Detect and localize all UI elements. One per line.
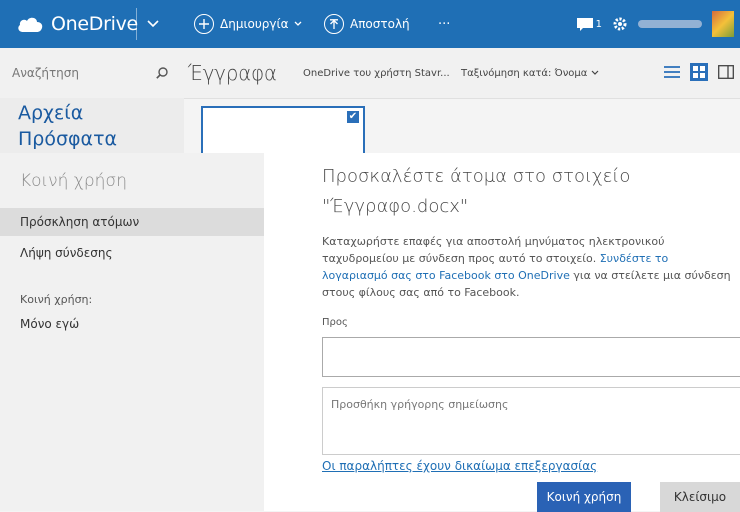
command-bar: Αναζήτηση Έγγραφα OneDrive του χρήστη St… [0,48,740,99]
list-view-icon[interactable] [664,65,680,79]
get-link-option[interactable]: Λήψη σύνδεσης [0,239,264,267]
details-pane-icon[interactable] [718,65,734,79]
create-label: Δημιουργία [220,17,289,31]
quick-note-field[interactable] [322,387,740,455]
dialog-title: Προσκαλέστε άτομα στο στοιχείο [322,166,631,187]
dialog-description: Καταχωρήστε επαφές για αποστολή μηνύματο… [322,233,732,301]
plus-icon [194,14,214,34]
share-dialog: Κοινή χρήση Πρόσκληση ατόμων Λήψη σύνδεσ… [0,153,740,512]
checkmark-icon[interactable]: ✔ [347,111,359,123]
file-tile[interactable]: ✔ [201,106,365,156]
tiles-view-icon[interactable] [690,63,708,81]
user-name[interactable] [638,20,702,28]
close-button[interactable]: Κλείσιμο [660,482,740,512]
app-header: OneDrive Δημιουργία Αποστολή ··· 1 [0,0,740,48]
permissions-link[interactable]: Οι παραλήπτες έχουν δικαίωμα επεξεργασία… [322,459,597,473]
create-button[interactable]: Δημιουργία [194,12,302,36]
notifications-count: 1 [595,18,602,30]
invite-panel: Προσκαλέστε άτομα στο στοιχείο "Έγγραφο.… [322,153,740,512]
app-launcher-chevron-down-icon[interactable] [136,8,169,40]
share-button[interactable]: Κοινή χρήση [537,482,631,512]
avatar[interactable] [712,11,734,37]
search-box[interactable]: Αναζήτηση [12,60,168,86]
header-right: 1 [576,0,740,48]
upload-icon [324,14,344,34]
sort-dropdown[interactable]: Ταξινόμηση κατά: Όνομα [461,68,599,79]
more-button[interactable]: ··· [438,12,450,36]
owner-label[interactable]: OneDrive του χρήστη Stavr... [303,68,450,79]
chevron-down-icon [295,21,302,26]
nav-pane: Αρχεία Πρόσφατα [0,98,184,158]
onedrive-logo[interactable]: OneDrive [16,10,138,38]
sort-label: Ταξινόμηση κατά: Όνομα [461,68,588,79]
sharing-value: Μόνο εγώ [20,317,80,331]
more-icon: ··· [438,16,451,32]
invite-people-option[interactable]: Πρόσκληση ατόμων [0,208,264,236]
gear-icon[interactable] [612,16,628,32]
search-icon[interactable] [156,67,168,79]
nav-item-recent[interactable]: Πρόσφατα [18,128,117,150]
share-options-pane: Κοινή χρήση Πρόσκληση ατόμων Λήψη σύνδεσ… [0,153,264,511]
chat-icon [576,17,593,31]
view-switcher [664,63,734,81]
notifications-button[interactable]: 1 [576,17,602,31]
chevron-down-icon [591,70,598,75]
upload-label: Αποστολή [350,17,410,31]
search-input[interactable]: Αναζήτηση [12,66,79,80]
share-pane-title: Κοινή χρήση [20,171,127,191]
nav-item-files[interactable]: Αρχεία [18,102,83,124]
get-link-label: Λήψη σύνδεσης [20,246,113,260]
recipients-input[interactable] [322,337,740,377]
dialog-filename: "Έγγραφο.docx" [322,196,469,217]
breadcrumb[interactable]: Έγγραφα [188,61,277,85]
sharing-label: Κοινή χρήση: [20,293,93,306]
app-name: OneDrive [51,13,138,35]
invite-people-label: Πρόσκληση ατόμων [20,215,140,229]
to-label: Προς [322,317,348,328]
cloud-icon [18,17,43,32]
upload-button[interactable]: Αποστολή [324,12,410,36]
